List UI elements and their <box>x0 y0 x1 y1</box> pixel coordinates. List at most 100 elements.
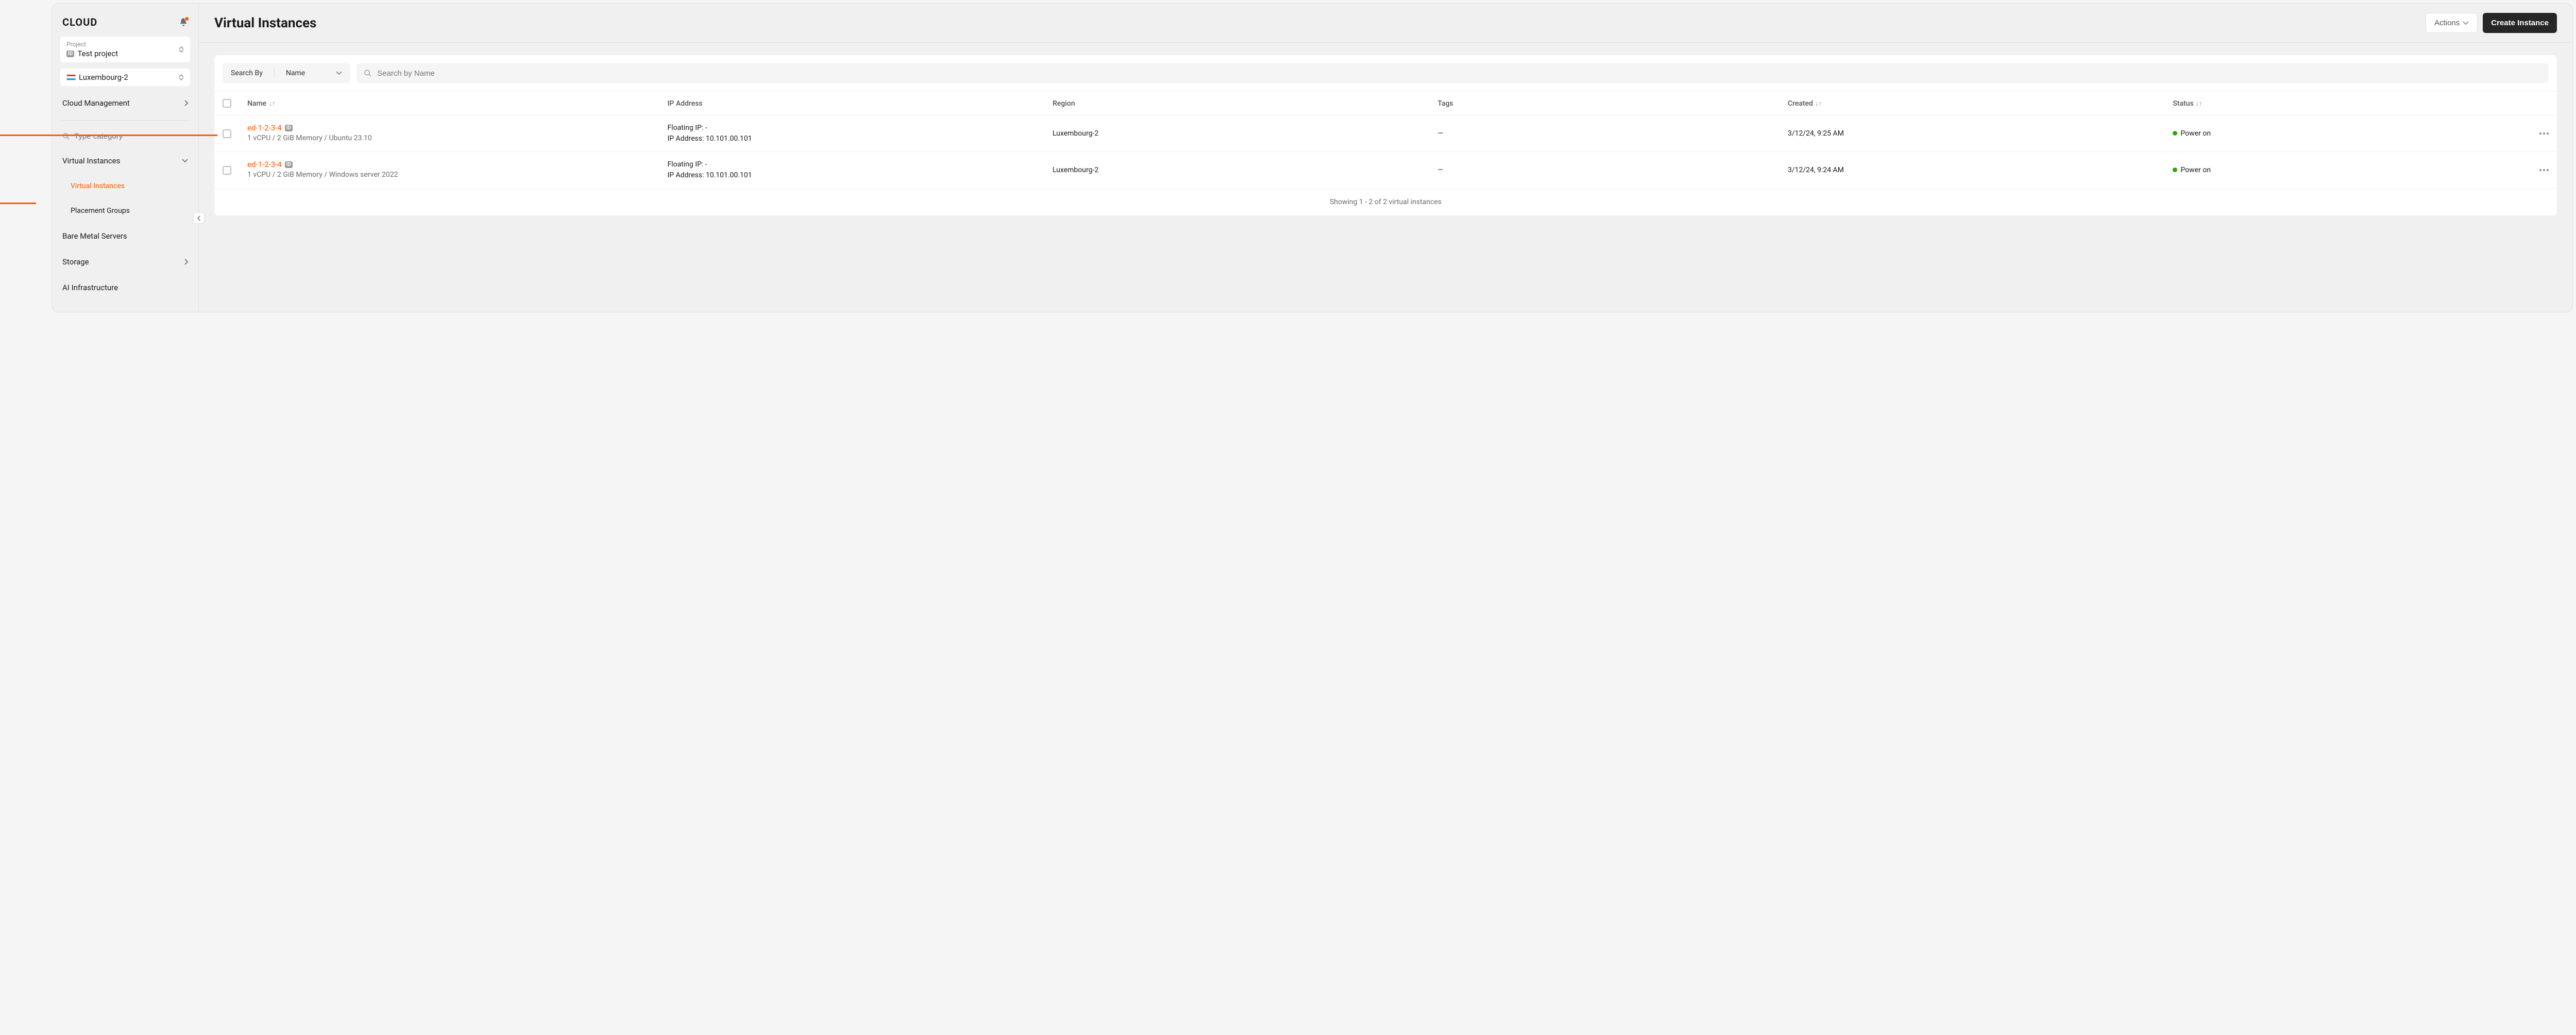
col-tags: Tags <box>1437 99 1788 108</box>
col-name[interactable]: Name↓↑ <box>247 99 667 108</box>
notification-badge <box>184 16 189 21</box>
main: Virtual Instances Actions Create Instanc… <box>199 4 2572 312</box>
status-dot-icon <box>2173 168 2177 172</box>
chevron-down-icon <box>336 71 342 75</box>
search-row: Search By Name <box>214 55 2557 91</box>
table-header: Name↓↑ IP Address Region Tags Created↓↑ … <box>214 91 2557 115</box>
nav-storage[interactable]: Storage <box>60 251 190 273</box>
search-by-control[interactable]: Search By Name <box>223 63 350 83</box>
col-status-label: Status <box>2173 99 2193 108</box>
row-region: Luxembourg-2 <box>1053 166 1437 174</box>
project-selector-label: Project <box>66 41 118 48</box>
app-frame: CLOUD Project ID Test project <box>52 3 2573 312</box>
table-footer: Showing 1 - 2 of 2 virtual instances <box>214 188 2557 215</box>
annotation-1: 1 <box>0 192 36 214</box>
row-tags: — <box>1437 129 1788 138</box>
separator <box>274 69 275 78</box>
logo: CLOUD <box>62 16 97 28</box>
search-by-field-value: Name <box>286 69 305 77</box>
notifications-button[interactable] <box>179 18 188 27</box>
col-region: Region <box>1053 99 1437 108</box>
table-row[interactable]: ed-1-2-3-4 ID 1 vCPU / 2 GiB Memory / Ub… <box>214 115 2557 152</box>
nav-virtual-instances-sub[interactable]: Virtual Instances <box>60 176 190 196</box>
row-tags: — <box>1437 166 1788 174</box>
header-actions: Actions Create Instance <box>2426 13 2557 33</box>
nav-cloud-management-label: Cloud Management <box>62 98 130 108</box>
project-selector[interactable]: Project ID Test project <box>60 37 190 62</box>
chevron-down-icon <box>2463 21 2469 25</box>
chevron-right-icon <box>184 100 188 106</box>
instance-name-link[interactable]: ed-1-2-3-4 ID <box>247 123 293 132</box>
nav-virtual-instances-sub-label: Virtual Instances <box>71 182 125 190</box>
status-text: Power on <box>2180 129 2211 138</box>
nav-cloud-management[interactable]: Cloud Management <box>60 92 190 114</box>
region-selector[interactable]: Luxembourg-2 <box>60 69 190 86</box>
nav-virtual-instances-label: Virtual Instances <box>62 156 120 165</box>
id-badge-icon: ID <box>285 125 293 131</box>
row-created: 3/12/24, 9:25 AM <box>1788 129 2173 138</box>
search-input[interactable] <box>377 69 2541 78</box>
col-created[interactable]: Created↓↑ <box>1788 99 2173 108</box>
sidebar-header: CLOUD <box>60 12 190 32</box>
floating-ip: Floating IP: - <box>667 159 1053 170</box>
id-badge-icon: ID <box>66 51 74 57</box>
row-created: 3/12/24, 9:24 AM <box>1788 166 2173 174</box>
row-region: Luxembourg-2 <box>1053 129 1437 138</box>
nav-bare-metal[interactable]: Bare Metal Servers <box>60 225 190 247</box>
sort-icon: ↓↑ <box>268 100 275 108</box>
region-selector-value: Luxembourg-2 <box>79 73 128 82</box>
instance-name-link[interactable]: ed-1-2-3-4 ID <box>247 160 293 169</box>
status-dot-icon <box>2173 131 2177 136</box>
search-by-label: Search By <box>231 69 263 77</box>
actions-label: Actions <box>2434 19 2460 27</box>
sidebar: CLOUD Project ID Test project <box>52 4 199 312</box>
select-all-checkbox[interactable] <box>223 99 231 108</box>
row-actions-menu[interactable] <box>2523 132 2549 135</box>
chevron-left-icon <box>197 215 201 221</box>
flag-luxembourg-icon <box>66 74 76 80</box>
chevron-right-icon <box>184 259 188 265</box>
instance-spec: 1 vCPU / 2 GiB Memory / Windows server 2… <box>247 170 667 180</box>
id-badge-icon: ID <box>285 161 293 168</box>
instance-name-text: ed-1-2-3-4 <box>247 123 282 132</box>
col-name-label: Name <box>247 99 266 108</box>
page-title: Virtual Instances <box>214 15 316 31</box>
search-icon <box>364 69 372 77</box>
chevron-down-icon <box>182 159 188 163</box>
row-checkbox[interactable] <box>223 166 231 175</box>
status-text: Power on <box>2180 166 2211 174</box>
content: Search By Name Nam <box>199 43 2572 228</box>
collapse-sidebar-button[interactable] <box>193 212 205 224</box>
col-ip: IP Address <box>667 99 1053 108</box>
row-checkbox[interactable] <box>223 129 231 138</box>
instance-name-text: ed-1-2-3-4 <box>247 160 282 169</box>
divider <box>60 120 190 121</box>
create-instance-label: Create Instance <box>2491 19 2549 27</box>
nav-storage-label: Storage <box>62 257 89 266</box>
updown-icon <box>179 46 184 53</box>
nav-bare-metal-label: Bare Metal Servers <box>62 231 127 241</box>
table-panel: Search By Name Nam <box>214 55 2557 215</box>
main-header: Virtual Instances Actions Create Instanc… <box>199 4 2572 43</box>
annotation-1-line <box>0 203 36 204</box>
search-input-wrapper[interactable] <box>357 63 2549 83</box>
nav-ai-infra[interactable]: AI Infrastructure <box>60 277 190 298</box>
nav-placement-groups[interactable]: Placement Groups <box>60 201 190 221</box>
updown-icon <box>179 74 184 80</box>
nav-ai-infra-label: AI Infrastructure <box>62 283 118 292</box>
instance-spec: 1 vCPU / 2 GiB Memory / Ubuntu 23.10 <box>247 133 667 144</box>
sort-icon: ↓↑ <box>2196 100 2202 108</box>
sort-icon: ↓↑ <box>1815 100 1822 108</box>
project-selector-value: Test project <box>77 49 118 58</box>
ip-address: IP Address: 10.101.00.101 <box>667 133 1053 144</box>
row-status: Power on <box>2173 129 2523 138</box>
instances-table: Name↓↑ IP Address Region Tags Created↓↑ … <box>214 91 2557 215</box>
table-row[interactable]: ed-1-2-3-4 ID 1 vCPU / 2 GiB Memory / Wi… <box>214 152 2557 188</box>
nav-virtual-instances[interactable]: Virtual Instances <box>60 150 190 172</box>
create-instance-button[interactable]: Create Instance <box>2483 13 2557 33</box>
row-actions-menu[interactable] <box>2523 169 2549 171</box>
actions-dropdown[interactable]: Actions <box>2426 13 2478 33</box>
row-status: Power on <box>2173 166 2523 174</box>
col-status[interactable]: Status↓↑ <box>2173 99 2523 108</box>
col-created-label: Created <box>1788 99 1813 108</box>
